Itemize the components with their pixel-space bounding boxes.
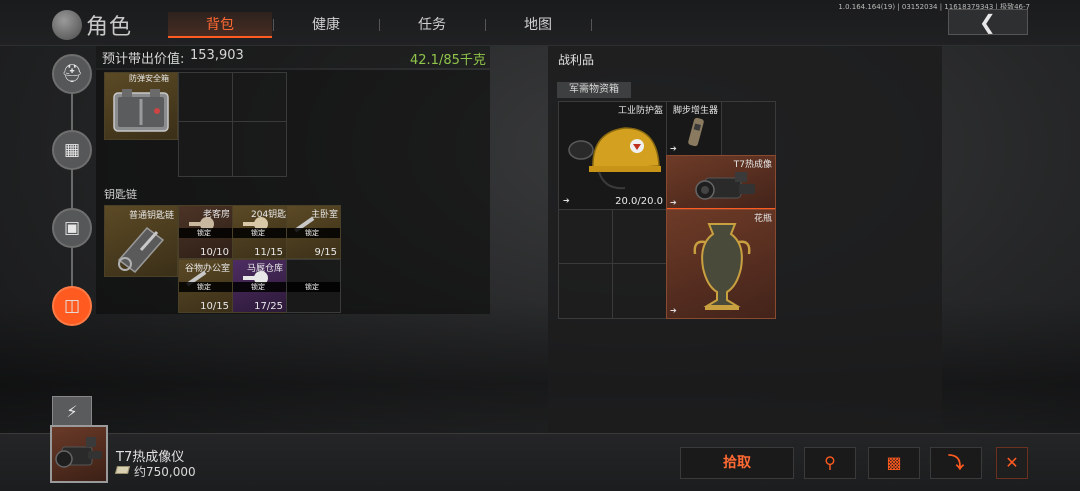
loot-item-helmet[interactable]: 工业防护盔 20.0/20.0 ➔: [558, 101, 667, 210]
weight-value: 42.1/85千克: [410, 53, 486, 68]
thermal-scope-icon: [695, 172, 755, 200]
key-count: 10/10: [200, 247, 229, 258]
keychain-item[interactable]: 普通钥匙链: [104, 205, 178, 277]
keychain-icon: [117, 226, 165, 274]
key-slot-empty[interactable]: 锁定: [286, 259, 341, 313]
tab-divider: [379, 19, 380, 31]
grid-cell[interactable]: [232, 121, 287, 177]
lock-badge: 锁定: [233, 282, 286, 292]
close-button[interactable]: ✕: [996, 447, 1028, 479]
grid-cell[interactable]: [612, 263, 667, 319]
selected-item-price: 约750,000: [134, 465, 196, 479]
tab-backpack[interactable]: 背包: [168, 12, 272, 38]
extract-icon: ➔: [670, 198, 677, 207]
key-count: 9/15: [314, 247, 337, 258]
lock-badge: 锁定: [233, 228, 286, 238]
extract-icon: ➔: [670, 144, 677, 153]
durability: 20.0/20.0: [615, 196, 663, 207]
key-item[interactable]: 马厩仓库 锁定 17/25: [232, 259, 287, 313]
back-button[interactable]: ❮: [948, 9, 1028, 35]
close-icon: ✕: [1005, 453, 1019, 472]
keychain-section-title: 钥匙链: [104, 188, 137, 201]
grid-cell[interactable]: [558, 263, 613, 319]
energy-button[interactable]: ⚡: [52, 396, 92, 428]
safe-case-icon: [113, 89, 169, 132]
arrow-down-icon: ⤵: [947, 453, 964, 472]
helmet-icon: ⛑: [61, 64, 83, 84]
grid-cell[interactable]: [178, 121, 233, 177]
backpack-icon: ▣: [63, 218, 81, 238]
sidebar-rail: [71, 70, 73, 320]
selected-item-thumbnail: [50, 425, 108, 483]
key-count: 10/15: [200, 301, 229, 312]
container-button[interactable]: ▩: [868, 447, 920, 479]
globe-logo-icon: [52, 10, 82, 40]
grid-cell[interactable]: [232, 72, 287, 122]
chevron-left-icon: ❮: [979, 10, 996, 34]
grid-cell[interactable]: [558, 209, 613, 264]
case-icon: ◫: [63, 296, 81, 316]
pickup-label: 拾取: [723, 455, 751, 471]
helmet-icon: [568, 127, 661, 190]
key-item[interactable]: 主卧室 锁定 9/15: [286, 205, 341, 259]
container-tab[interactable]: 军需物资箱: [557, 82, 631, 98]
estimate-label: 预计带出价值:: [102, 52, 185, 67]
tab-divider: [485, 19, 486, 31]
page-title: 角色: [86, 15, 133, 40]
key-count: 17/25: [254, 301, 283, 312]
loot-item-thermal[interactable]: T7热成像 ➔: [666, 155, 776, 210]
lock-badge: 锁定: [287, 282, 340, 292]
key-item[interactable]: 谷物办公室 锁定 10/15: [178, 259, 233, 313]
search-icon: ⚲: [824, 453, 836, 472]
inspect-button[interactable]: ⚲: [804, 447, 856, 479]
loot-title: 战利品: [558, 53, 595, 67]
safe-box-label: 防弹安全箱: [129, 74, 169, 83]
loot-item-vase[interactable]: 花瓶 ➔: [666, 209, 776, 319]
device-icon: [688, 117, 704, 147]
tab-divider: [273, 19, 274, 31]
vest-icon: ▦: [63, 140, 81, 160]
sidebar-item-backpack[interactable]: ▣: [52, 208, 92, 248]
sidebar-item-vest[interactable]: ▦: [52, 130, 92, 170]
grid-cell[interactable]: [178, 72, 233, 122]
loot-item-footstep[interactable]: 脚步增生器 ➔: [666, 101, 722, 156]
tab-map[interactable]: 地图: [486, 12, 590, 38]
grid-cell[interactable]: [721, 101, 776, 156]
grid-cell[interactable]: [612, 209, 667, 264]
thermal-scope-icon: [55, 437, 102, 468]
extract-icon: ➔: [670, 306, 677, 315]
cash-icon: [114, 466, 131, 474]
tab-health[interactable]: 健康: [274, 12, 378, 38]
pickup-button[interactable]: 拾取: [680, 447, 794, 479]
lock-badge: 锁定: [179, 282, 232, 292]
tab-divider: [591, 19, 592, 31]
safe-box-item[interactable]: 防弹安全箱: [104, 72, 178, 140]
lightning-icon: ⚡: [66, 402, 78, 421]
item-name: 脚步增生器: [673, 106, 719, 116]
estimate-value: 153,903: [190, 48, 244, 63]
extract-icon: ➔: [563, 196, 570, 205]
lock-badge: 锁定: [287, 228, 340, 238]
sidebar-item-case[interactable]: ◫: [52, 286, 92, 326]
key-count: 11/15: [254, 247, 283, 258]
tab-tasks[interactable]: 任务: [380, 12, 484, 38]
move-down-button[interactable]: ⤵: [930, 447, 982, 479]
key-item[interactable]: 204钥匙 锁定 11/15: [232, 205, 287, 259]
crate-icon: ▩: [886, 453, 902, 472]
top-bar: 角色 背包 健康 任务 地图 1.0.164.164(19) | 0315203…: [0, 0, 1080, 46]
sidebar-item-helmet[interactable]: ⛑: [52, 54, 92, 94]
lock-badge: 锁定: [179, 228, 232, 238]
vase-icon: [693, 223, 751, 310]
key-item[interactable]: 老客房 锁定 10/10: [178, 205, 233, 259]
